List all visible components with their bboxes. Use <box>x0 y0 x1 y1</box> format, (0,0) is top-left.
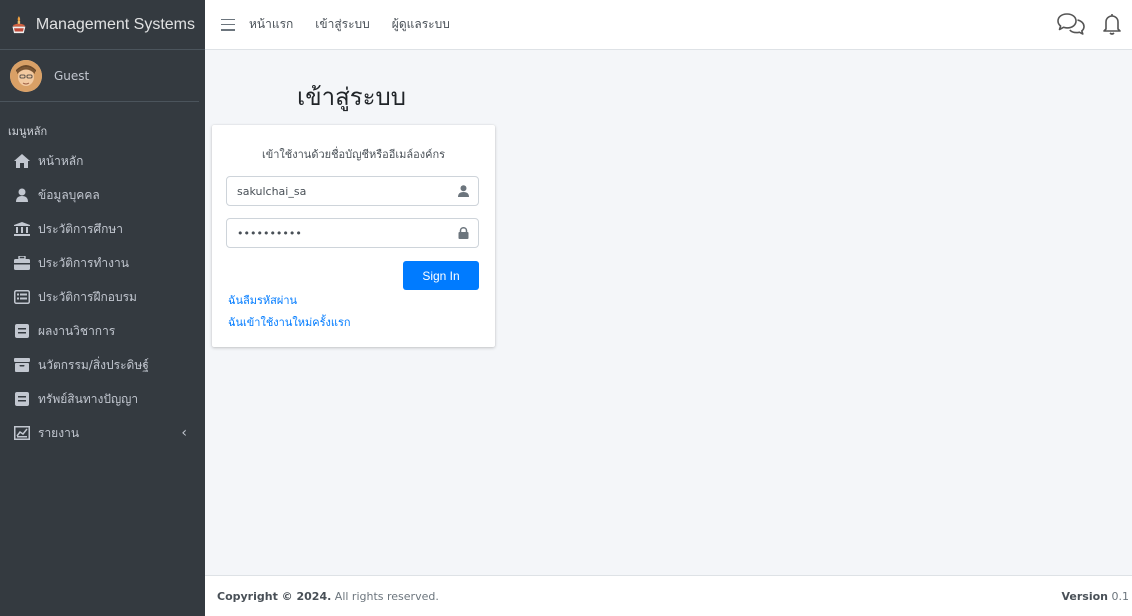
book-icon <box>12 391 32 407</box>
sign-in-button[interactable]: Sign In <box>403 261 479 290</box>
top-icons <box>1040 12 1122 40</box>
sidebar-item-education[interactable]: ประวัติการศึกษา <box>0 212 205 246</box>
user-icon <box>12 187 32 203</box>
topnav-link-login[interactable]: เข้าสู่ระบบ <box>315 15 370 34</box>
sidebar-item-label: ทรัพย์สินทางปัญญา <box>38 391 139 406</box>
bell-icon[interactable] <box>1102 12 1122 40</box>
sidebar-item-label: ประวัติการศึกษา <box>38 221 124 236</box>
sidebar-item-personal[interactable]: ข้อมูลบุคคล <box>0 178 205 212</box>
sidebar-item-work-history[interactable]: ประวัติการทำงาน <box>0 246 205 280</box>
sidebar-item-label: ผลงานวิชาการ <box>38 323 116 338</box>
sidebar-item-innovation[interactable]: นวัตกรรม/สิ่งประดิษฐ์ <box>0 348 205 382</box>
copyright-bold: Copyright © 2024. <box>217 589 332 603</box>
content-area: เข้าสู่ระบบ เข้าใช้งานด้วยชื่อบัญชีหรืออ… <box>205 51 1132 575</box>
sidebar-item-label: ข้อมูลบุคคล <box>38 187 100 202</box>
sidebar: Management Systems Guest เมนูหลัก หน้าหล… <box>0 0 205 616</box>
avatar <box>10 59 42 92</box>
archive-icon <box>12 357 32 373</box>
copyright-rest: All rights reserved. <box>334 589 439 603</box>
page-title: เข้าสู่ระบบ <box>297 83 406 111</box>
sidebar-item-label: หน้าหลัก <box>38 153 84 168</box>
brand-logo-icon <box>12 15 26 33</box>
brand[interactable]: Management Systems <box>0 0 205 50</box>
sidebar-item-home[interactable]: หน้าหลัก <box>0 144 205 178</box>
sidebar-item-reports[interactable]: รายงาน ‹ <box>0 416 205 450</box>
hamburger-menu-icon[interactable] <box>221 18 235 31</box>
sidebar-item-academic-works[interactable]: ผลงานวิชาการ <box>0 314 205 348</box>
brand-name: Management Systems <box>35 15 195 33</box>
sidebar-nav: หน้าหลัก ข้อมูลบุคคล ประวัติการศึกษา ประ… <box>0 144 205 450</box>
sidebar-item-label: นวัตกรรม/สิ่งประดิษฐ์ <box>38 357 149 372</box>
menu-header: เมนูหลัก <box>8 125 48 138</box>
sidebar-item-label: รายงาน <box>38 425 80 440</box>
forgot-password-link[interactable]: ฉันลืมรหัสผ่าน <box>228 291 297 309</box>
briefcase-icon <box>12 255 32 271</box>
sidebar-item-training[interactable]: ประวัติการฝึกอบรม <box>0 280 205 314</box>
university-icon <box>12 221 32 237</box>
topnav-link-home[interactable]: หน้าแรก <box>249 15 293 34</box>
password-field[interactable] <box>226 218 479 248</box>
avatar-icon <box>10 59 42 92</box>
copyright: Copyright © 2024. All rights reserved. <box>217 590 439 603</box>
login-message: เข้าใช้งานด้วยชื่อบัญชีหรืออีเมล์องค์กร <box>261 148 446 161</box>
user-icon <box>448 185 478 197</box>
user-panel: Guest <box>0 50 199 102</box>
top-nav-links: หน้าแรก เข้าสู่ระบบ ผู้ดูแลระบบ <box>249 15 472 34</box>
version-label: Version <box>1061 589 1108 603</box>
list-alt-icon <box>12 289 32 305</box>
chat-icon[interactable] <box>1056 12 1086 40</box>
footer: Copyright © 2024. All rights reserved. V… <box>205 575 1132 616</box>
version: Version 0.1 <box>1061 590 1129 603</box>
book-icon <box>12 323 32 339</box>
topnav-link-admin[interactable]: ผู้ดูแลระบบ <box>392 15 450 34</box>
login-card: เข้าใช้งานด้วยชื่อบัญชีหรืออีเมล์องค์กร … <box>212 125 495 347</box>
version-value: 0.1 <box>1111 589 1130 603</box>
chart-icon <box>12 425 32 441</box>
lock-icon <box>448 227 478 239</box>
password-input[interactable] <box>227 219 448 247</box>
sidebar-item-intellectual-property[interactable]: ทรัพย์สินทางปัญญา <box>0 382 205 416</box>
first-time-login-link[interactable]: ฉันเข้าใช้งานใหม่ครั้งแรก <box>228 313 351 331</box>
sidebar-item-label: ประวัติการทำงาน <box>38 255 129 270</box>
chevron-left-icon[interactable]: ‹ <box>181 425 187 441</box>
home-icon <box>12 153 32 169</box>
username-input[interactable] <box>227 177 448 205</box>
username-field[interactable] <box>226 176 479 206</box>
top-navbar: หน้าแรก เข้าสู่ระบบ ผู้ดูแลระบบ <box>205 0 1132 50</box>
user-name[interactable]: Guest <box>54 69 89 83</box>
sidebar-item-label: ประวัติการฝึกอบรม <box>38 289 137 304</box>
